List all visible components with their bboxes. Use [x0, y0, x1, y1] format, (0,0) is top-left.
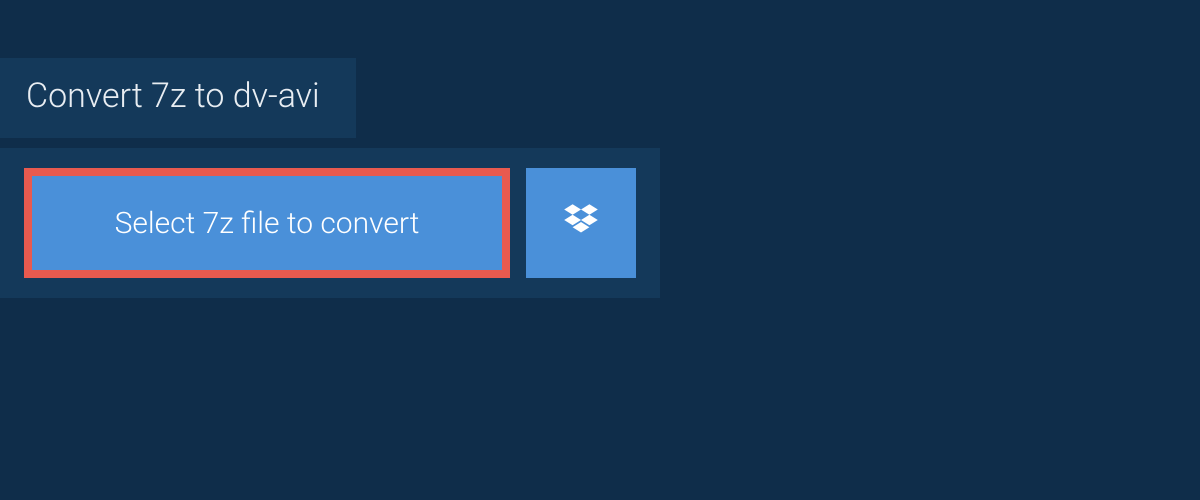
tab-header: Convert 7z to dv-avi — [0, 58, 356, 138]
dropbox-icon — [560, 200, 602, 246]
tab-convert[interactable]: Convert 7z to dv-avi — [0, 58, 356, 138]
dropbox-button[interactable] — [526, 168, 636, 278]
tab-title: Convert 7z to dv-avi — [26, 76, 320, 116]
select-file-button[interactable]: Select 7z file to convert — [24, 168, 510, 278]
select-file-label: Select 7z file to convert — [115, 206, 420, 241]
file-dropzone: Select 7z file to convert — [0, 148, 660, 298]
